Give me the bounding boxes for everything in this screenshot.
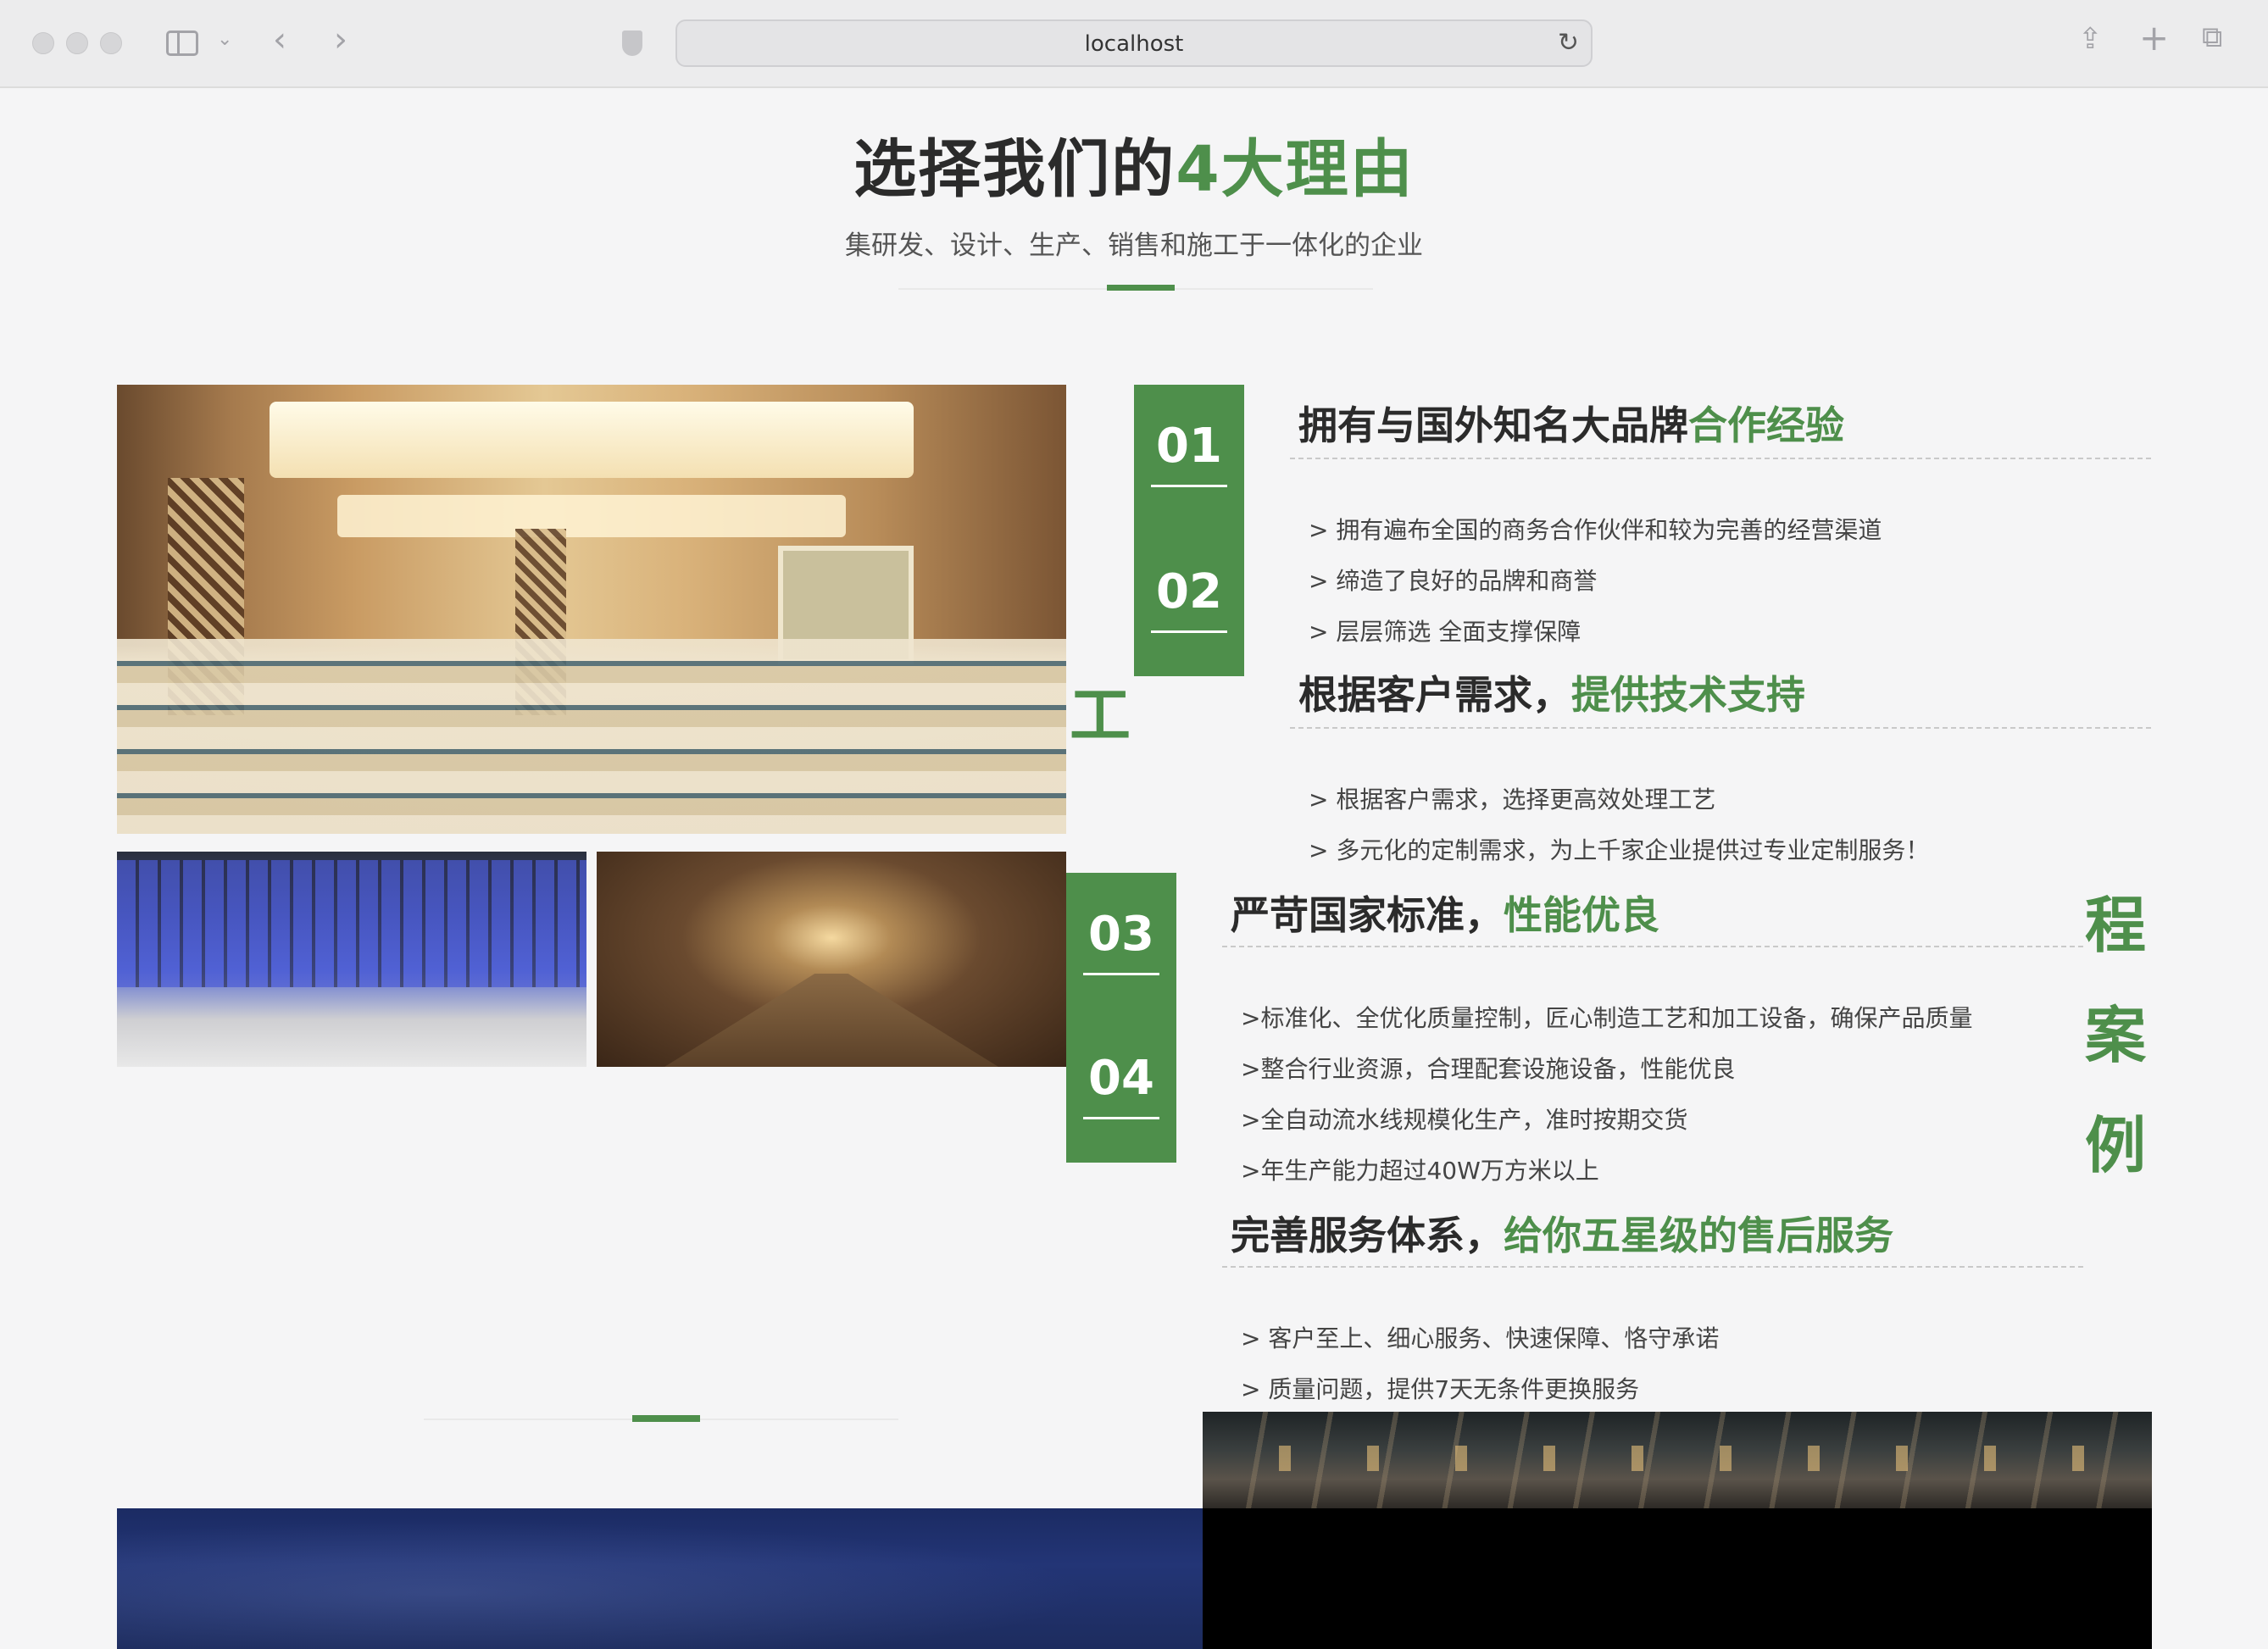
badge-underline — [1083, 973, 1159, 975]
list-item: > 拥有遍布全国的商务合作伙伴和较为完善的经营渠道 — [1309, 516, 1882, 544]
reason-heading: 根据客户需求，提供技术支持 — [1298, 664, 1805, 720]
badge-underline — [1151, 630, 1227, 633]
list-item: >全自动流水线规模化生产，准时按期交货 — [1241, 1106, 1688, 1134]
address-bar[interactable]: localhost ↻ — [675, 19, 1593, 67]
minimize-window-button[interactable] — [66, 32, 88, 54]
list-item: >年生产能力超过40W万方米以上 — [1241, 1157, 1599, 1185]
tabs-icon[interactable]: ⧉ — [2202, 20, 2222, 54]
plus-icon[interactable]: + — [2139, 17, 2169, 58]
heading-divider — [1290, 458, 2151, 459]
video-area — [1203, 1508, 2152, 1649]
reason-number: 03 — [1088, 907, 1154, 962]
close-window-button[interactable] — [32, 32, 54, 54]
title-divider-accent — [1107, 285, 1175, 291]
sidebar-icon[interactable] — [166, 31, 198, 56]
heading-highlight: 合作经验 — [1688, 403, 1844, 448]
list-item: > 根据客户需求，选择更高效处理工艺 — [1309, 786, 1716, 813]
stray-char: 程 — [2085, 890, 2147, 961]
heading-text: 完善服务体系， — [1231, 1213, 1504, 1258]
night-sky-banner — [117, 1508, 1203, 1649]
zoom-window-button[interactable] — [100, 32, 122, 54]
reason-badge-group-2: 03 04 — [1066, 873, 1176, 1163]
reason-heading: 完善服务体系，给你五星级的售后服务 — [1231, 1205, 1893, 1261]
conference-room-photo — [117, 385, 1066, 834]
heading-divider — [1290, 727, 2151, 729]
section-title: 选择我们的4大理由 — [0, 119, 2268, 209]
list-item: >整合行业资源，合理配套设施设备，性能优良 — [1241, 1055, 1736, 1083]
reason-number: 04 — [1088, 1051, 1154, 1106]
list-item: > 缔造了良好的品牌和商誉 — [1309, 567, 1598, 595]
heading-highlight: 给你五星级的售后服务 — [1504, 1213, 1893, 1258]
heading-text: 拥有与国外知名大品牌 — [1298, 403, 1688, 448]
list-item: > 层层筛选 全面支撑保障 — [1309, 618, 1581, 646]
stray-char: 案 — [2085, 1000, 2147, 1071]
stray-char: 例 — [2085, 1110, 2147, 1181]
badge-underline — [1083, 1117, 1159, 1119]
list-item: > 客户至上、细心服务、快速保障、恪守承诺 — [1241, 1324, 1720, 1352]
share-icon[interactable]: ⇪ — [2078, 22, 2103, 56]
reason-heading: 严苛国家标准，性能优良 — [1231, 885, 1659, 941]
chevron-left-icon[interactable]: ‹ — [273, 20, 286, 59]
list-item: > 多元化的定制需求，为上千家企业提供过专业定制服务！ — [1309, 836, 1930, 864]
reason-number: 02 — [1156, 564, 1222, 619]
heading-text: 根据客户需求， — [1298, 672, 1571, 718]
title-prefix: 选择我们的 — [853, 133, 1176, 206]
reason-heading: 拥有与国外知名大品牌合作经验 — [1298, 395, 1844, 451]
chevron-right-icon[interactable]: › — [334, 20, 347, 59]
chevron-down-icon[interactable]: ⌄ — [217, 29, 232, 50]
browser-toolbar: ⌄ ‹ › localhost ↻ ⇪ + ⧉ — [0, 0, 2268, 88]
list-item: >标准化、全优化质量控制，匠心制造工艺和加工设备，确保产品质量 — [1241, 1004, 1973, 1032]
reason-badge-group-1: 01 02 — [1134, 385, 1244, 676]
stray-char: 工 — [1070, 680, 1131, 751]
privacy-shield-icon[interactable] — [622, 31, 642, 56]
heading-text: 严苛国家标准， — [1231, 892, 1504, 938]
heading-highlight: 性能优良 — [1504, 892, 1659, 938]
list-item: > 质量问题，提供7天无条件更换服务 — [1241, 1375, 1640, 1403]
hotel-corridor-photo — [597, 852, 1066, 1067]
reason-number: 01 — [1156, 419, 1222, 474]
url-text: localhost — [1084, 31, 1184, 57]
heading-divider — [1222, 1266, 2083, 1268]
heading-highlight: 提供技术支持 — [1571, 672, 1805, 718]
section-divider-accent — [632, 1415, 700, 1422]
heading-divider — [1222, 946, 2083, 947]
auditorium-seats-photo — [117, 852, 586, 1067]
badge-underline — [1151, 485, 1227, 487]
reload-icon[interactable]: ↻ — [1558, 28, 1579, 58]
section-subtitle: 集研发、设计、生产、销售和施工于一体化的企业 — [845, 230, 1423, 261]
factory-interior-photo — [1203, 1412, 2152, 1508]
title-highlight: 4大理由 — [1176, 133, 1415, 206]
